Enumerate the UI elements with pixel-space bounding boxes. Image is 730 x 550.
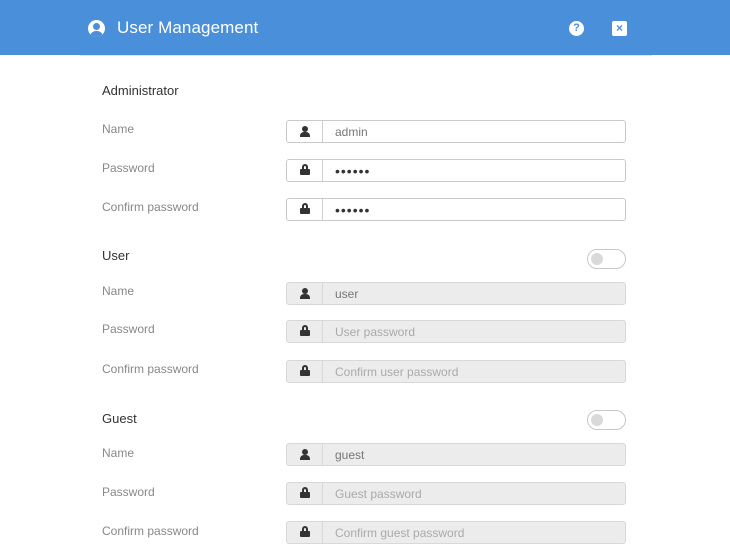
admin-name-input[interactable] [324, 121, 624, 142]
help-icon[interactable]: ? [569, 21, 584, 36]
lock-icon [287, 321, 323, 342]
lock-icon [287, 522, 323, 543]
user-name-label: Name [102, 284, 135, 298]
toggle-knob [591, 253, 603, 265]
close-icon[interactable]: × [612, 21, 627, 36]
user-name-field[interactable] [286, 282, 626, 305]
guest-name-input[interactable] [324, 444, 624, 465]
guest-confirm-password-field[interactable] [286, 521, 626, 544]
user-password-field[interactable] [286, 320, 626, 343]
guest-confirm-password-label: Confirm password [102, 524, 199, 538]
guest-confirm-password-input[interactable] [324, 522, 624, 543]
user-icon [287, 444, 323, 465]
user-password-input[interactable] [324, 321, 624, 342]
admin-confirm-password-field[interactable] [286, 198, 626, 221]
user-confirm-password-input[interactable] [324, 361, 624, 382]
admin-name-label: Name [102, 122, 135, 136]
guest-password-input[interactable] [324, 483, 624, 504]
admin-name-field[interactable] [286, 120, 626, 143]
title-bar: User Management ? × [0, 0, 730, 55]
user-enable-toggle[interactable] [587, 249, 626, 269]
user-confirm-password-field[interactable] [286, 360, 626, 383]
user-icon [287, 121, 323, 142]
lock-icon [287, 160, 323, 181]
guest-name-label: Name [102, 446, 135, 460]
admin-password-input[interactable] [324, 160, 624, 181]
section-title-user: User [102, 248, 130, 263]
window-title: User Management [117, 18, 259, 37]
section-title-administrator: Administrator [102, 83, 179, 98]
admin-confirm-password-label: Confirm password [102, 200, 199, 214]
guest-password-field[interactable] [286, 482, 626, 505]
guest-enable-toggle[interactable] [587, 410, 626, 430]
admin-password-field[interactable] [286, 159, 626, 182]
user-confirm-password-label: Confirm password [102, 362, 199, 376]
user-password-label: Password [102, 322, 155, 336]
lock-icon [287, 199, 323, 220]
user-circle-icon [88, 20, 105, 37]
header-divider [80, 55, 652, 56]
user-name-input[interactable] [324, 283, 624, 304]
guest-name-field[interactable] [286, 443, 626, 466]
lock-icon [287, 483, 323, 504]
admin-confirm-password-input[interactable] [324, 199, 624, 220]
admin-password-label: Password [102, 161, 155, 175]
lock-icon [287, 361, 323, 382]
toggle-knob [591, 414, 603, 426]
user-icon [287, 283, 323, 304]
section-title-guest: Guest [102, 411, 137, 426]
guest-password-label: Password [102, 485, 155, 499]
